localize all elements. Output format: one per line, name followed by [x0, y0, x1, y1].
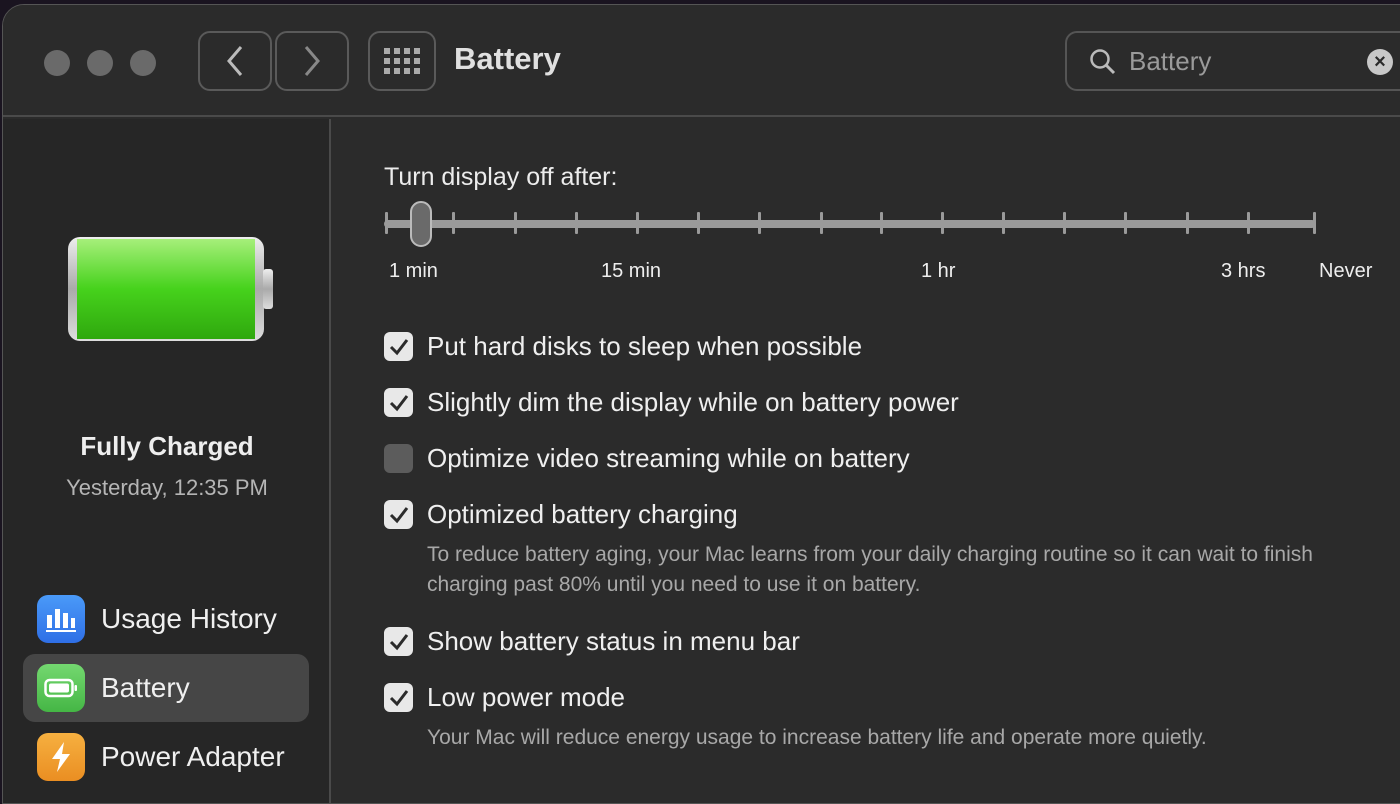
checkmark-icon — [389, 633, 408, 650]
tick-label: Never — [1319, 260, 1373, 282]
display-off-label: Turn display off after: — [384, 163, 618, 191]
show-all-button[interactable] — [368, 31, 436, 91]
search-field[interactable]: Battery × — [1065, 31, 1400, 91]
slider-tick — [575, 212, 578, 234]
checkbox[interactable] — [384, 683, 413, 712]
grid-icon — [384, 48, 420, 74]
slider-tick — [452, 212, 455, 234]
option-label[interactable]: Slightly dim the display while on batter… — [427, 387, 959, 418]
sidebar: Fully Charged Yesterday, 12:35 PM Usage … — [3, 119, 331, 803]
lightning-icon — [37, 733, 85, 781]
tick-label: 1 hr — [921, 260, 956, 282]
zoom-window-button[interactable] — [130, 50, 156, 76]
tick-label: 15 min — [601, 260, 662, 282]
slider-tick — [820, 212, 823, 234]
slider-tick — [758, 212, 761, 234]
slider-tick — [1063, 212, 1066, 234]
battery-status-time: Yesterday, 12:35 PM — [66, 475, 268, 500]
slider-tick — [514, 212, 517, 234]
close-window-button[interactable] — [44, 50, 70, 76]
checkmark-icon — [389, 689, 408, 706]
checkbox[interactable] — [384, 444, 413, 473]
slider-tick — [1002, 212, 1005, 234]
option-label[interactable]: Low power mode — [427, 682, 625, 713]
checkbox[interactable] — [384, 332, 413, 361]
chevron-right-icon — [304, 46, 320, 76]
checkmark-icon — [389, 394, 408, 411]
slider-tick — [1247, 212, 1250, 234]
sidebar-item-power-adapter[interactable]: Power Adapter — [23, 723, 309, 791]
battery-status-title: Fully Charged — [80, 431, 254, 461]
battery-icon — [37, 664, 85, 712]
checkbox[interactable] — [384, 388, 413, 417]
slider-tick — [941, 212, 944, 234]
title-bar: Battery Battery × — [3, 5, 1400, 117]
minimize-window-button[interactable] — [87, 50, 113, 76]
slider-thumb[interactable] — [410, 201, 432, 247]
option-label[interactable]: Put hard disks to sleep when possible — [427, 331, 862, 362]
sidebar-item-battery[interactable]: Battery — [23, 654, 309, 722]
forward-button[interactable] — [275, 31, 349, 91]
battery-status-icon — [68, 237, 273, 341]
tick-label: 3 hrs — [1221, 260, 1266, 282]
back-button[interactable] — [198, 31, 272, 91]
slider-tick — [1313, 212, 1316, 234]
checkbox[interactable] — [384, 627, 413, 656]
checkmark-icon — [389, 506, 408, 523]
search-icon — [1090, 49, 1116, 75]
clear-search-icon[interactable]: × — [1367, 49, 1393, 75]
chart-bars-icon — [37, 595, 85, 643]
checkbox[interactable] — [384, 500, 413, 529]
slider-tick — [697, 212, 700, 234]
option-label[interactable]: Optimize video streaming while on batter… — [427, 443, 910, 474]
slider-tick — [1124, 212, 1127, 234]
slider-tick — [636, 212, 639, 234]
slider-tick — [1186, 212, 1189, 234]
checkmark-icon — [389, 338, 408, 355]
sidebar-item-usage-history[interactable]: Usage History — [23, 585, 309, 653]
option-label[interactable]: Optimized battery charging — [427, 499, 738, 530]
display-off-slider[interactable] — [384, 220, 1316, 228]
option-description: To reduce battery aging, your Mac learns… — [427, 543, 1313, 596]
slider-tick — [880, 212, 883, 234]
search-input[interactable]: Battery — [1129, 46, 1211, 77]
chevron-left-icon — [227, 46, 243, 76]
option-description: Your Mac will reduce energy usage to inc… — [427, 726, 1207, 749]
tick-label: 1 min — [389, 260, 438, 282]
window-title: Battery — [454, 41, 561, 76]
slider-tick — [385, 212, 388, 234]
option-label[interactable]: Show battery status in menu bar — [427, 626, 800, 657]
